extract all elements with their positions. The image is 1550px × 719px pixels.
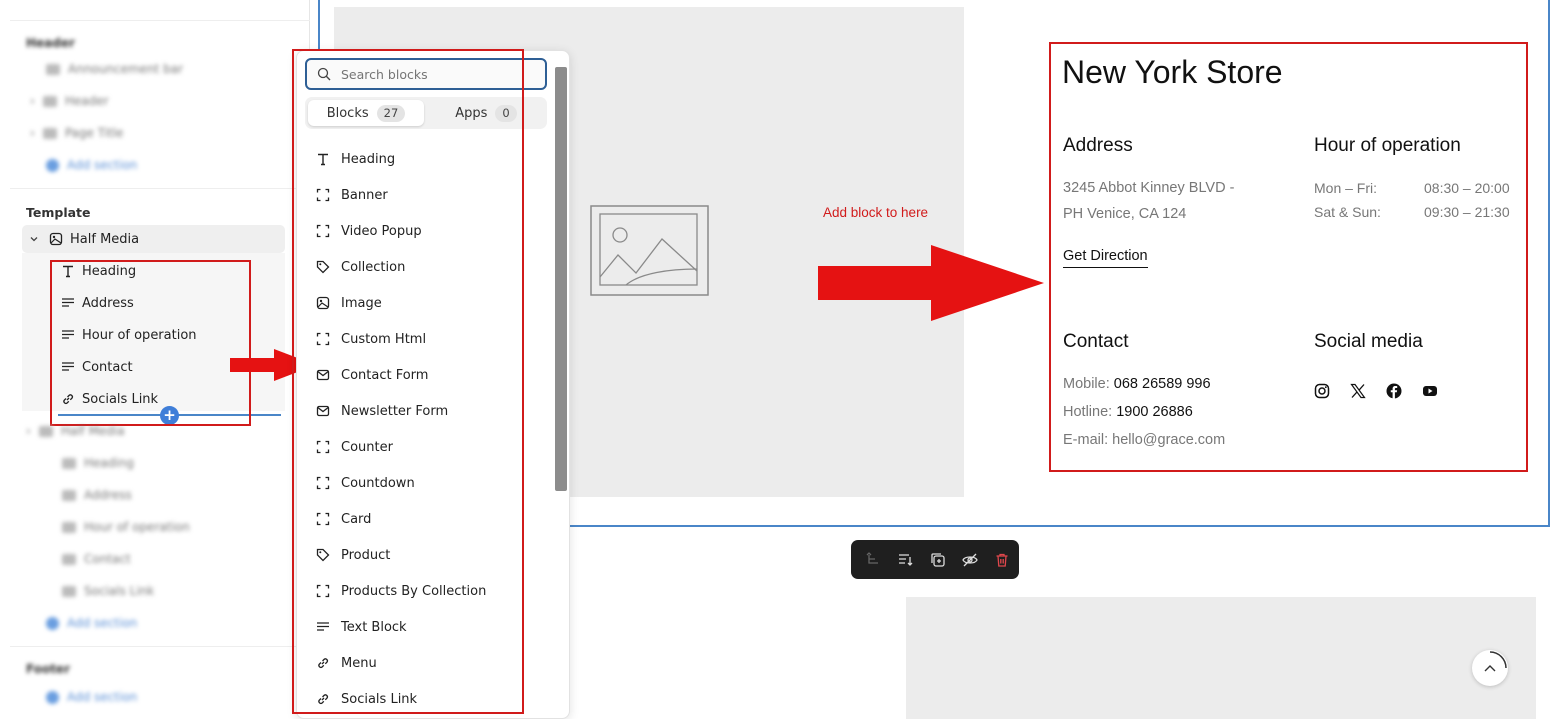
child2-heading[interactable]: Heading: [62, 456, 134, 470]
annotation-box-children: [50, 260, 251, 426]
sidebar-item-page-title[interactable]: › Page Title: [30, 126, 123, 140]
add-section-template[interactable]: Add section: [46, 616, 137, 630]
duplicate-icon[interactable]: [927, 549, 949, 571]
move-down-icon[interactable]: [895, 549, 917, 571]
section-half-media-row[interactable]: Half Media: [26, 231, 139, 247]
hours-day-1: Mon – Fri:: [1314, 180, 1378, 196]
youtube-icon[interactable]: [1422, 383, 1438, 399]
hide-icon[interactable]: [959, 549, 981, 571]
address-line2: PH Venice, CA 124: [1063, 206, 1187, 222]
social-heading: Social media: [1314, 331, 1423, 352]
group-header-title: Header: [26, 36, 75, 50]
address-line1: 3245 Abbot Kinney BLVD -: [1063, 180, 1235, 196]
move-up-icon[interactable]: [863, 549, 885, 571]
hours-day-2: Sat & Sun:: [1314, 204, 1381, 220]
sidebar-item-announcement[interactable]: Announcement bar: [46, 62, 183, 76]
divider: [10, 188, 310, 189]
sidebar-item-header[interactable]: › Header: [30, 94, 109, 108]
hours-heading: Hour of operation: [1314, 135, 1461, 156]
child2-contact[interactable]: Contact: [62, 552, 131, 566]
contact-email: E-mail: hello@grace.com: [1063, 432, 1226, 448]
child2-hour[interactable]: Hour of operation: [62, 520, 190, 534]
delete-icon[interactable]: [991, 549, 1013, 571]
get-direction-link[interactable]: Get Direction: [1063, 248, 1148, 268]
annotation-text: Add block to here: [823, 205, 929, 220]
store-title: New York Store: [1062, 54, 1283, 90]
address-heading: Address: [1063, 135, 1133, 156]
contact-heading: Contact: [1063, 331, 1129, 352]
child2-socials[interactable]: Socials Link: [62, 584, 154, 598]
hours-time-2: 09:30 – 21:30: [1424, 204, 1510, 220]
x-icon[interactable]: [1350, 383, 1366, 399]
chevron-down-icon[interactable]: [26, 231, 42, 247]
section-name: Half Media: [70, 231, 140, 247]
social-icons: [1314, 383, 1438, 399]
group-footer-title: Footer: [26, 662, 70, 676]
child2-address[interactable]: Address: [62, 488, 132, 502]
add-section-footer[interactable]: Add section: [46, 690, 137, 704]
group-template-title: Template: [26, 205, 91, 220]
picker-scrollbar[interactable]: [555, 67, 567, 491]
contact-hotline: Hotline: 1900 26886: [1063, 404, 1193, 420]
block-toolbar: [851, 540, 1019, 579]
chevron-up-icon: [1484, 651, 1507, 672]
section-half-media-2[interactable]: › Half Media: [26, 424, 125, 438]
contact-mobile: Mobile: 068 26589 996: [1063, 376, 1211, 392]
arrow-right-icon: [818, 245, 1044, 321]
annotation-box-picker: [292, 49, 524, 714]
image-icon: [48, 231, 64, 247]
facebook-icon[interactable]: [1386, 383, 1402, 399]
add-section-header[interactable]: Add section: [46, 158, 137, 172]
instagram-icon[interactable]: [1314, 383, 1330, 399]
divider: [10, 646, 310, 647]
image-placeholder-icon: [590, 205, 709, 296]
divider: [10, 20, 310, 21]
scroll-to-top-button[interactable]: [1472, 650, 1508, 686]
media-placeholder-2[interactable]: [906, 597, 1536, 719]
hours-time-1: 08:30 – 20:00: [1424, 180, 1510, 196]
